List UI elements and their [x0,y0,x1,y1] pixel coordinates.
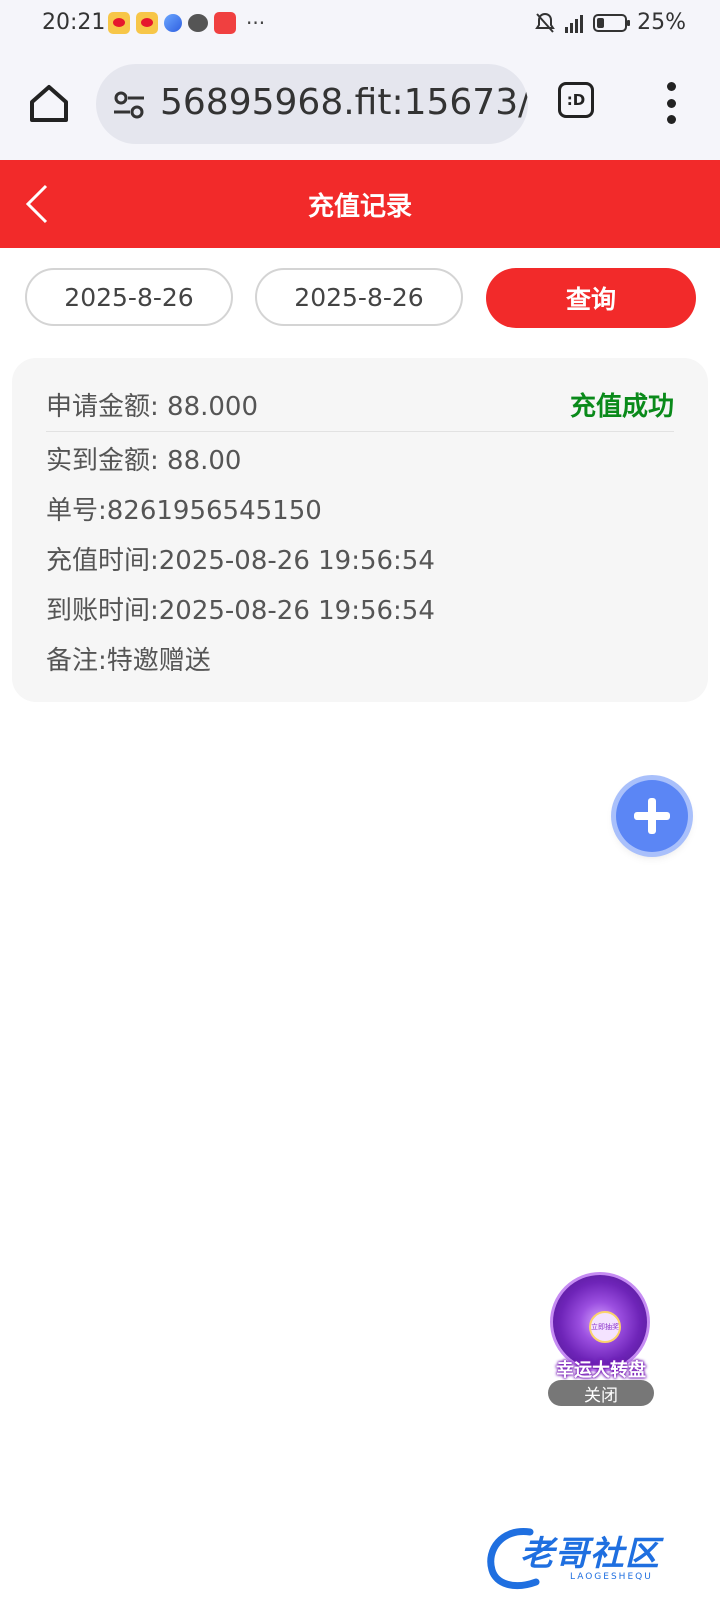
status-badge: 充值成功 [569,392,674,422]
remark: 备注:特邀赠送 [46,646,211,676]
app-red-icon [214,12,236,34]
lucky-wheel-widget[interactable]: 立即抽奖 幸运大转盘 关闭 [546,1268,656,1408]
battery-percent: 25% [637,10,686,35]
arrival-time: 到账时间:2025-08-26 19:56:54 [46,596,435,626]
start-date-picker[interactable]: 2025-8-26 [25,268,233,326]
browser-menu-button[interactable] [660,82,682,124]
address-bar[interactable]: 56895968.fit:15673/\ [96,64,528,144]
dot-icon [666,98,676,108]
dot-icon [666,115,676,124]
close-widget-button[interactable]: 关闭 [548,1380,654,1406]
notification-icons: ··· [108,11,265,35]
recharge-record-card: 申请金额: 88.000 充值成功 实到金额: 88.00 单号:8261956… [12,358,708,702]
battery-icon [593,13,631,32]
status-bar: 20:21 ··· 25% [0,0,720,48]
page-header: 充值记录 [0,160,720,248]
bell-muted-icon [535,12,555,33]
tab-switcher-button[interactable]: :D [558,82,594,118]
url-text: 56895968.fit:15673/\ [160,82,528,123]
home-icon[interactable] [24,78,74,128]
add-button[interactable] [616,780,688,852]
page-title: 充值记录 [307,192,412,222]
wheel-center-button[interactable]: 立即抽奖 [589,1311,621,1343]
recharge-time: 充值时间:2025-08-26 19:56:54 [46,546,435,576]
weibo-icon [136,12,158,34]
divider [46,431,674,432]
system-indicators: 25% [535,10,686,35]
watermark-logo: 老哥社区 LAOGESHEQU [482,1520,708,1596]
message-icon [188,14,208,32]
dot-icon [666,82,676,91]
weibo-icon [108,12,130,34]
status-time: 20:21 [42,10,106,35]
actual-amount: 实到金额: 88.00 [46,446,242,476]
watermark-text: 老哥社区 [520,1534,660,1574]
watermark-subtext: LAOGESHEQU [570,1572,653,1582]
app-blue-icon [164,14,182,32]
site-settings-icon[interactable] [112,90,146,120]
browser-toolbar: 56895968.fit:15673/\ :D [0,48,720,160]
apply-amount: 申请金额: 88.000 [46,392,258,422]
battery-level-fill [597,17,605,28]
signal-icon [565,13,584,33]
lucky-wheel-title: 幸运大转盘 [556,1360,646,1381]
end-date-picker[interactable]: 2025-8-26 [255,268,463,326]
order-number: 单号:8261956545150 [46,496,322,526]
more-notifications-icon: ··· [246,11,266,35]
query-button[interactable]: 查询 [486,268,696,328]
